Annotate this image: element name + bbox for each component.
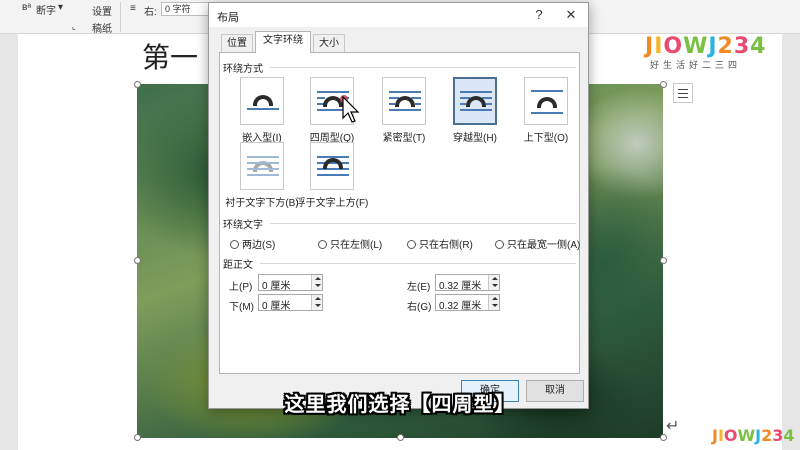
tab-text-wrapping[interactable]: 文字环绕: [255, 31, 311, 53]
logo-letter: 2: [717, 34, 734, 59]
resize-handle-top-right[interactable]: [660, 81, 667, 88]
resize-handle-bottom-middle[interactable]: [397, 434, 404, 441]
behind-text-icon: [240, 142, 284, 190]
wrap-option-label: 衬于文字下方(B): [225, 198, 299, 209]
layout-dialog: 布局 ? ✕ 位置 文字环绕 大小 环绕方式 嵌入型(I) 四周型(Q) 紧密型…: [208, 2, 589, 409]
logo-letter: I: [654, 34, 664, 59]
radio-label: 只在右侧(R): [419, 240, 473, 251]
wrap-option-label: 紧密型(T): [382, 133, 426, 144]
radio-label: 两边(S): [242, 240, 276, 251]
brand-logo-tagline: 好生活好二三四: [650, 60, 742, 70]
spinner-arrows-icon[interactable]: [311, 275, 322, 290]
wrap-option-label: 上下型(O): [523, 133, 569, 144]
logo-letter: O: [663, 34, 684, 59]
logo-letter: W: [683, 34, 709, 59]
resize-handle-middle-right[interactable]: [660, 257, 667, 264]
layout-options-button[interactable]: [673, 83, 693, 103]
hyphenation-icon: ʙᵃ: [22, 2, 32, 13]
video-subtitle: 这里我们选择【四周型】: [284, 394, 516, 416]
logo-letter: J: [708, 34, 718, 59]
distance-left-label: 左(E): [407, 282, 431, 293]
distance-right-value[interactable]: 0.32 厘米: [439, 297, 481, 312]
paragraph-return-icon: ↵: [666, 418, 680, 435]
in-front-of-text-icon: [310, 142, 354, 190]
logo-letter: 3: [772, 426, 784, 445]
distance-bottom-value[interactable]: 0 厘米: [262, 297, 290, 312]
radio-circle-icon: [318, 240, 327, 249]
radio-both-sides[interactable]: 两边(S): [230, 236, 275, 251]
section-divider: [270, 67, 576, 68]
wrap-style-section-title: 环绕方式: [223, 64, 263, 75]
dialog-launcher-icon[interactable]: ⌞: [72, 22, 76, 31]
distance-right-spinner[interactable]: 0.32 厘米: [435, 294, 500, 312]
distance-left-spinner[interactable]: 0.32 厘米: [435, 274, 500, 292]
resize-handle-middle-left[interactable]: [134, 257, 141, 264]
radio-circle-icon: [407, 240, 416, 249]
logo-letter: 3: [733, 34, 751, 59]
spinner-arrows-icon[interactable]: [311, 295, 322, 310]
distance-top-label: 上(P): [229, 282, 253, 293]
radio-largest-only[interactable]: 只在最宽一侧(A): [495, 236, 580, 251]
through-wrap-icon: [453, 77, 497, 125]
spinner-arrows-icon[interactable]: [488, 295, 499, 310]
radio-left-only[interactable]: 只在左侧(L): [318, 236, 382, 251]
hyphenation-button[interactable]: 断字: [36, 2, 56, 17]
radio-right-only[interactable]: 只在右侧(R): [407, 236, 473, 251]
tab-size[interactable]: 大小: [313, 34, 345, 52]
ribbon-separator: [120, 2, 121, 32]
brand-logo: JIOWJ234: [645, 34, 766, 59]
radio-circle-icon: [495, 240, 504, 249]
indent-right-input[interactable]: 0 字符: [161, 2, 209, 16]
radio-label: 只在最宽一侧(A): [507, 240, 581, 251]
hyphenation-dropdown-icon[interactable]: ▾: [58, 2, 63, 13]
logo-letter: 2: [761, 426, 773, 445]
brand-logo-watermark: JIOWJ234: [712, 426, 795, 445]
logo-letter: W: [737, 426, 756, 445]
resize-handle-bottom-left[interactable]: [134, 434, 141, 441]
distance-left-value[interactable]: 0.32 厘米: [439, 277, 481, 292]
section-divider: [260, 263, 576, 264]
top-bottom-wrap-icon: [524, 77, 568, 125]
text-wrapping-panel: 环绕方式 嵌入型(I) 四周型(Q) 紧密型(T) 穿越型(H) 上下型(O) …: [219, 52, 580, 374]
wrap-text-section-title: 环绕文字: [223, 220, 263, 231]
wrap-option-label: 穿越型(H): [453, 133, 497, 144]
dialog-title: 布局: [217, 12, 239, 24]
logo-letter: 4: [750, 34, 767, 59]
indent-right-label: 右:: [144, 7, 157, 18]
logo-letter: 4: [783, 426, 795, 445]
spinner-arrows-icon[interactable]: [488, 275, 499, 290]
manuscript-button[interactable]: 稿纸: [92, 20, 112, 35]
resize-handle-top-left[interactable]: [134, 81, 141, 88]
logo-letter: J: [645, 34, 655, 59]
section-divider: [270, 223, 576, 224]
distance-right-label: 右(G): [407, 302, 432, 313]
settings-button[interactable]: 设置: [92, 3, 112, 18]
distance-bottom-spinner[interactable]: 0 厘米: [258, 294, 323, 312]
mouse-pointer-icon: [340, 95, 360, 123]
radio-label: 只在左侧(L): [330, 240, 383, 251]
distance-top-spinner[interactable]: 0 厘米: [258, 274, 323, 292]
radio-circle-icon: [230, 240, 239, 249]
distance-top-value[interactable]: 0 厘米: [262, 277, 290, 292]
tab-position[interactable]: 位置: [221, 34, 253, 52]
distance-bottom-label: 下(M): [229, 302, 254, 313]
distance-section-title: 距正文: [223, 260, 253, 271]
tight-wrap-icon: [382, 77, 426, 125]
document-heading: 第一: [142, 41, 199, 74]
logo-letter: O: [723, 426, 738, 445]
help-button[interactable]: ?: [528, 5, 550, 25]
indent-right-icon: ≡: [130, 3, 136, 14]
wrap-option-label: 浮于文字上方(F): [295, 198, 369, 209]
close-button[interactable]: ✕: [560, 5, 582, 25]
dialog-title-bar: 布局 ? ✕: [209, 3, 588, 27]
inline-with-text-icon: [240, 77, 284, 125]
